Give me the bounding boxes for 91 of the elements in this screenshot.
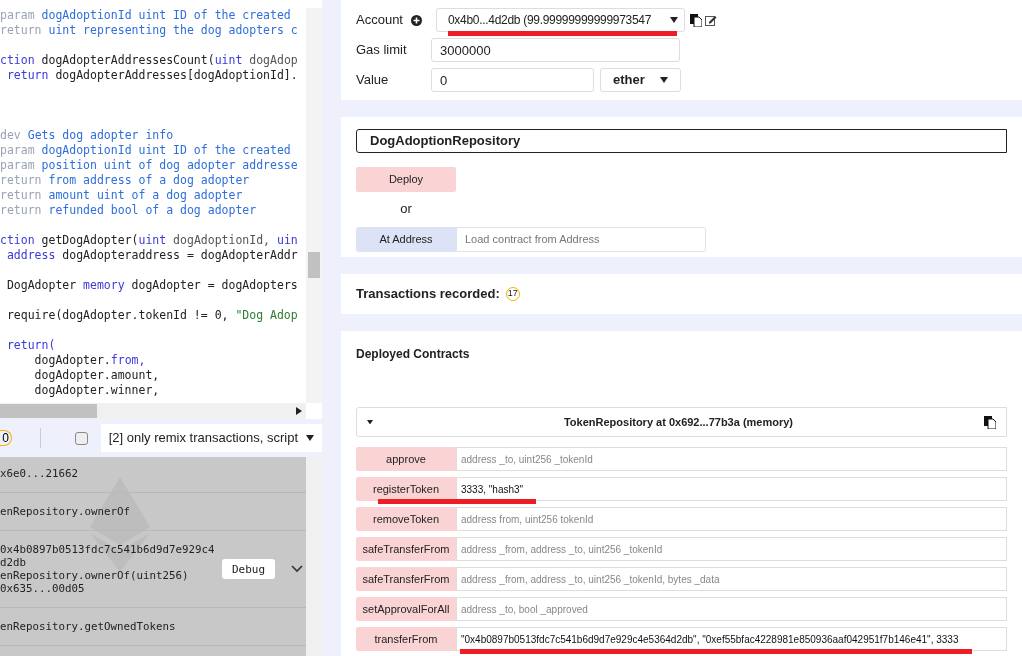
scroll-right-icon[interactable] <box>296 407 302 415</box>
code-token: return <box>0 23 43 38</box>
code-token: require(dogAdopter.tokenId != 0, <box>5 308 230 323</box>
function-args-field[interactable]: address _from, address _to, uint256 _tokenId <box>456 537 1007 561</box>
log-text: 0x4b0897b0513fdc7c541b6d9d7e929c4 <box>0 543 216 556</box>
function-button[interactable]: transferFrom <box>356 627 456 651</box>
code-token: dogAdopterAddressesCount( <box>41 53 215 68</box>
log-text: enRepository.ownerOf <box>0 505 131 518</box>
function-button[interactable]: registerToken <box>356 477 456 501</box>
horizontal-scrollbar[interactable] <box>0 403 306 419</box>
code-token: from, <box>110 353 146 368</box>
copy-icon[interactable] <box>690 13 702 27</box>
code-token: memory <box>83 278 126 293</box>
field-label: Value <box>356 71 390 90</box>
code-token: uint <box>138 233 168 248</box>
function-args-field[interactable]: 3333, "hash3" <box>456 477 1007 501</box>
code-token: ction <box>0 233 36 248</box>
function-args-field[interactable]: "0x4b0897b0513fdc7c541b6d9d7e929c4e5364d2db", "0xef55bfac4228981e850936aaf042951f7b146e41", 3333 <box>456 627 1007 651</box>
code-token: dogAdopterAddresses[dogAdoptionId]. <box>55 68 298 83</box>
code-token: dogAdopter = dogAdopters <box>131 278 298 293</box>
edit-icon[interactable] <box>705 14 717 26</box>
code-token: dogAdopter.amount, <box>33 368 160 383</box>
code-token: dogAdopteraddress = dogAdopterAddr <box>62 248 298 263</box>
code-token: from address of a dog adopter <box>48 173 250 188</box>
address-field[interactable]: Load contract from Address <box>456 226 706 252</box>
unit-select[interactable]: ether <box>600 68 681 92</box>
function-button[interactable]: removeToken <box>356 507 456 531</box>
field-label: Gas limit <box>356 41 408 60</box>
log-text: enRepository.ownerOf(uint256) <box>0 569 190 582</box>
caret-icon <box>660 77 668 83</box>
function-args-field[interactable]: address from, uint256 tokenId <box>456 507 1007 531</box>
code-token: ction <box>0 53 36 68</box>
log-text: x6e0...21662 <box>0 467 79 480</box>
code-token: position uint of dog adopter addresse <box>41 158 298 173</box>
function-args-field[interactable]: address _to, uint256 _tokenId <box>456 447 1007 471</box>
code-token: address <box>5 248 57 263</box>
code-token: uint representing the dog adopters c <box>48 23 298 38</box>
log-text: 0x635...00d05 <box>0 582 86 595</box>
filter-dropdown[interactable]: [2] only remix transactions, script <box>101 424 322 452</box>
code-token: dogAdop <box>249 53 298 68</box>
checkbox[interactable] <box>75 431 88 445</box>
code-token: DogAdopter <box>5 278 78 293</box>
code-token: dogAdopter.winner, <box>33 383 160 398</box>
badge: 0 <box>0 430 12 446</box>
caret-icon <box>670 17 678 23</box>
code-token: dogAdopter. <box>33 353 111 368</box>
log-text: d2db <box>0 556 27 569</box>
vertical-scrollbar[interactable] <box>306 8 322 403</box>
collapse-caret-icon[interactable] <box>367 419 373 425</box>
at-address-button[interactable]: At Address <box>356 226 456 252</box>
code-token: return <box>0 173 43 188</box>
contract-instance-title: TokenRepository at 0x692...77b3a (memory) <box>563 414 794 430</box>
section-title: Deployed Contracts <box>356 346 471 363</box>
function-args-field[interactable]: address _from, address _to, uint256 _tokenId, bytes _data <box>456 567 1007 591</box>
code-token: uin <box>276 233 298 248</box>
transactions-label: Transactions recorded: <box>356 285 500 304</box>
vertical-scrollbar[interactable] <box>306 457 322 656</box>
code-token: getDogAdopter( <box>41 233 139 248</box>
contract-select[interactable]: DogAdoptionRepository <box>356 129 1007 153</box>
code-token: return <box>0 188 43 203</box>
caret-icon <box>306 435 314 441</box>
function-button[interactable]: safeTransferFrom <box>356 537 456 561</box>
function-button[interactable]: setApprovalForAll <box>356 597 456 621</box>
chevron-icon[interactable] <box>291 565 304 573</box>
code-token: dev <box>0 128 22 143</box>
function-button[interactable]: safeTransferFrom <box>356 567 456 591</box>
code-token: dogAdoptionId uint ID of the created <box>41 8 291 23</box>
copy-icon[interactable] <box>984 415 996 429</box>
field-label: Account <box>356 11 404 30</box>
code-token: dogAdoptionId, <box>173 233 272 248</box>
code-token: dogAdoptionId uint ID of the created <box>41 143 291 158</box>
code-token: return <box>0 203 43 218</box>
value-field[interactable]: 0 <box>431 68 594 92</box>
code-token: param <box>0 8 36 23</box>
code-token: param <box>0 158 36 173</box>
gas-limit-field[interactable]: 3000000 <box>431 38 680 62</box>
code-token: uint <box>214 53 244 68</box>
function-args-field[interactable]: address _to, bool _approved <box>456 597 1007 621</box>
log-text: enRepository.getOwnedTokens <box>0 620 177 633</box>
debug-button[interactable]: Debug <box>222 559 276 579</box>
function-button[interactable]: approve <box>356 447 456 471</box>
add-icon[interactable] <box>411 14 422 26</box>
code-token: param <box>0 143 36 158</box>
code-token: amount uint of a dog adopter <box>48 188 243 203</box>
code-token: return( <box>5 338 56 353</box>
code-token: return <box>5 68 50 83</box>
deploy-button[interactable]: Deploy <box>356 167 456 192</box>
code-token: refunded bool of a dog adopter <box>48 203 257 218</box>
or-text: or <box>399 200 413 218</box>
code-token: "Dog Adop <box>235 308 298 323</box>
code-token: Gets dog adopter info <box>27 128 174 143</box>
